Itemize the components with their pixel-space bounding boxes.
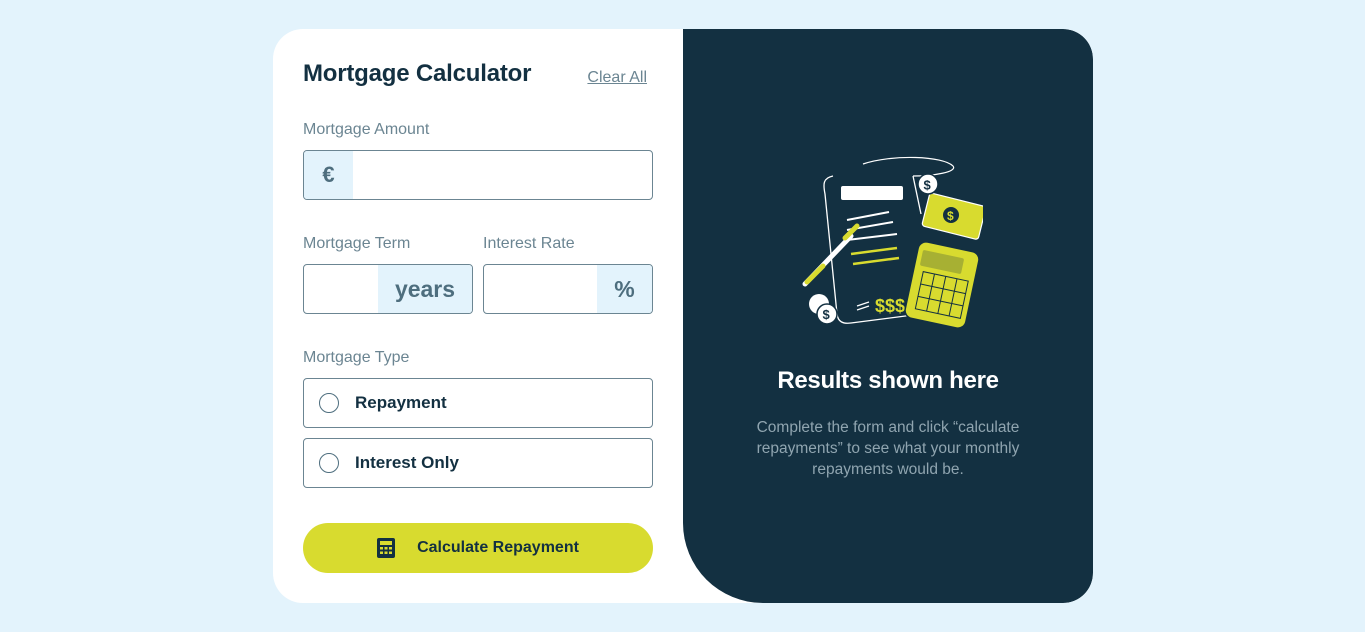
calculate-repayment-button[interactable]: Calculate Repayment: [303, 523, 653, 573]
mortgage-amount-input[interactable]: [353, 151, 652, 199]
illustration-dollar-text: $$$: [875, 296, 905, 316]
calculator-icon: [377, 538, 396, 558]
radio-button[interactable]: [319, 453, 339, 473]
mortgage-amount-label: Mortgage Amount: [303, 121, 430, 138]
mortgage-calculator-card: Mortgage Calculator Clear All Mortgage A…: [273, 29, 1093, 603]
svg-text:$: $: [823, 307, 831, 322]
form-panel: Mortgage Calculator Clear All Mortgage A…: [273, 29, 683, 603]
svg-text:$: $: [924, 178, 932, 193]
mortgage-term-label: Mortgage Term: [303, 235, 411, 252]
results-description: Complete the form and click “calculate r…: [756, 419, 1020, 478]
radio-option-repayment[interactable]: Repayment: [303, 378, 653, 428]
results-panel: $$$ $ $ $ Results shown here Complete th…: [683, 29, 1093, 603]
clear-all-link[interactable]: Clear All: [587, 69, 647, 87]
interest-rate-input[interactable]: [484, 265, 597, 313]
radio-option-label: Interest Only: [355, 453, 459, 472]
percent-suffix: %: [597, 265, 652, 313]
calculate-button-label: Calculate Repayment: [417, 539, 579, 556]
interest-rate-field: %: [483, 264, 653, 314]
currency-prefix: €: [304, 151, 353, 199]
radio-button[interactable]: [319, 393, 339, 413]
mortgage-type-label: Mortgage Type: [303, 349, 410, 366]
empty-results-illustration: $$$ $ $ $: [802, 156, 983, 329]
interest-rate-label: Interest Rate: [483, 235, 575, 252]
radio-option-interest-only[interactable]: Interest Only: [303, 438, 653, 488]
results-title: Results shown here: [777, 367, 999, 394]
radio-option-label: Repayment: [355, 393, 447, 412]
mortgage-term-field: years: [303, 264, 473, 314]
mortgage-term-input[interactable]: [304, 265, 378, 313]
mortgage-amount-field: €: [303, 150, 653, 200]
page-title: Mortgage Calculator: [303, 60, 532, 87]
years-suffix: years: [378, 265, 472, 313]
svg-text:$: $: [947, 209, 954, 223]
